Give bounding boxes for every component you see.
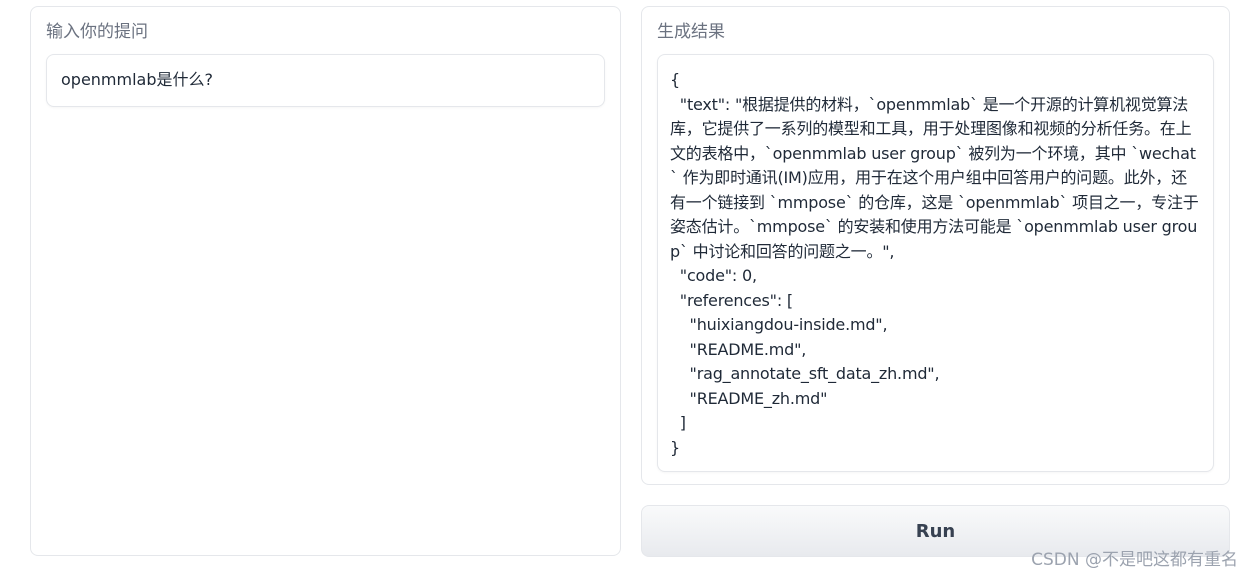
- result-output-value[interactable]: { "text": "根据提供的材料，`openmmlab` 是一个开源的计算机…: [670, 68, 1202, 460]
- watermark: CSDN @不是吧这都有重名: [1031, 550, 1238, 570]
- question-input[interactable]: openmmlab是什么?: [46, 54, 605, 107]
- output-panel: 生成结果 { "text": "根据提供的材料，`openmmlab` 是一个开…: [641, 6, 1230, 485]
- app-page: 输入你的提问 openmmlab是什么? 生成结果 { "text": "根据提…: [0, 0, 1252, 581]
- input-panel: 输入你的提问 openmmlab是什么?: [30, 6, 621, 556]
- input-label: 输入你的提问: [46, 22, 148, 42]
- question-input-value[interactable]: openmmlab是什么?: [61, 69, 213, 91]
- run-button-label: Run: [915, 520, 956, 542]
- result-output[interactable]: { "text": "根据提供的材料，`openmmlab` 是一个开源的计算机…: [657, 54, 1214, 472]
- output-label: 生成结果: [657, 22, 725, 42]
